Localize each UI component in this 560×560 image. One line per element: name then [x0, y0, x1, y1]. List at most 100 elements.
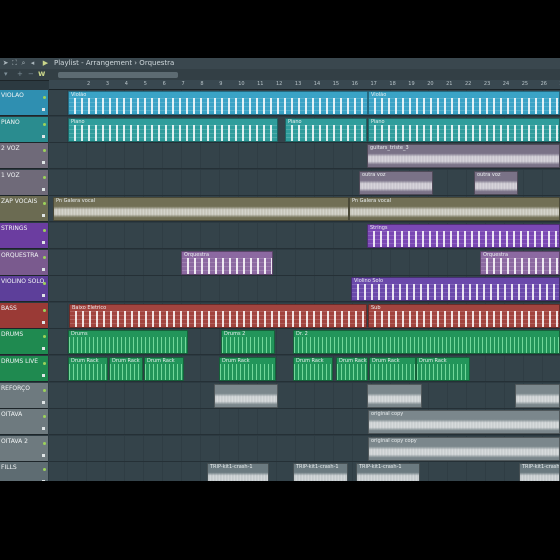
clip[interactable]: Sub — [368, 303, 560, 328]
track-lane[interactable]: outra voz outra voz — [49, 169, 560, 196]
plus-icon[interactable]: + — [17, 70, 23, 79]
track-lane[interactable]: Orquestra Orquestra — [49, 249, 560, 276]
zoom-icon[interactable]: ⌕ — [20, 59, 27, 67]
track-header[interactable]: VIOLAO — [0, 90, 48, 116]
play-pattern-icon[interactable]: ▶ — [42, 59, 49, 67]
track-menu-icon[interactable] — [42, 134, 45, 138]
horizontal-scrollbar[interactable] — [58, 72, 178, 78]
track-menu-icon[interactable] — [42, 427, 45, 431]
clip[interactable]: Drum Rack — [336, 357, 368, 381]
track-lane[interactable]: Violino Solo — [49, 276, 560, 303]
track-header[interactable]: ZAP VOCAIS — [0, 196, 48, 223]
clip[interactable]: Baixo Eletrico — [69, 303, 367, 328]
track-header[interactable]: ORQUESTRA — [0, 249, 48, 276]
track-menu-icon[interactable] — [42, 347, 45, 351]
clip[interactable]: Strings — [367, 224, 560, 248]
clip[interactable] — [515, 383, 560, 408]
clip[interactable]: Drum Rack — [369, 357, 416, 381]
track-menu-icon[interactable] — [42, 320, 45, 324]
track-lane[interactable]: TRIP-kit1-crash-1 TRIP-kit1-crash-1 TRIP-k… — [49, 462, 560, 481]
track-header[interactable]: REFORÇO — [0, 382, 48, 409]
track-header[interactable]: 1 VOZ — [0, 169, 48, 196]
track-header[interactable]: STRINGS — [0, 223, 48, 249]
clip[interactable]: Orquestra — [181, 250, 273, 275]
track-lane[interactable]: Drum Rack Drum Rack Drum Rack Drum Rack Drum… — [49, 356, 560, 382]
clip[interactable]: Drum Rack — [219, 357, 276, 381]
track-lane[interactable]: Violão Violão — [49, 90, 560, 116]
track-menu-icon[interactable] — [42, 267, 45, 271]
track-header[interactable]: OITAVA 2 — [0, 435, 48, 462]
track-lane[interactable]: original copy — [49, 409, 560, 436]
mute-led-icon[interactable] — [43, 388, 46, 392]
clip[interactable]: Piano — [68, 117, 278, 142]
track-menu-icon[interactable] — [42, 453, 45, 457]
mute-led-icon[interactable] — [43, 175, 46, 179]
arrow-icon[interactable]: ➤ — [2, 59, 9, 67]
clip[interactable]: Pn Galera vocal — [53, 197, 349, 222]
mute-led-icon[interactable] — [43, 229, 46, 232]
track-header[interactable]: OITAVA — [0, 409, 48, 436]
clip[interactable]: guitars_triste_3 — [367, 144, 560, 169]
clip[interactable]: Drum Rack — [68, 357, 108, 381]
clip[interactable]: outra voz — [474, 170, 518, 195]
clip[interactable] — [367, 383, 422, 408]
clip[interactable]: outra voz — [359, 170, 433, 195]
clip[interactable]: Drum Rack — [416, 357, 470, 381]
track-menu-icon[interactable] — [42, 161, 45, 165]
track-menu-icon[interactable] — [42, 294, 45, 298]
clip[interactable]: Piano — [285, 117, 367, 142]
clip[interactable]: Drum Rack — [109, 357, 143, 381]
clip[interactable] — [214, 383, 278, 408]
clip[interactable]: Orquestra — [480, 250, 560, 275]
track-header[interactable]: 2 VOZ — [0, 143, 48, 170]
track-lane[interactable]: guitars_triste_3 — [49, 143, 560, 170]
clip[interactable]: Violão — [368, 91, 560, 115]
clip[interactable]: Violino Solo — [351, 277, 560, 302]
mute-led-icon[interactable] — [43, 202, 46, 206]
track-menu-icon[interactable] — [42, 214, 45, 218]
speaker-icon[interactable]: ◂ — [29, 59, 36, 67]
track-header[interactable]: DRUMS LIVE — [0, 356, 48, 382]
track-menu-icon[interactable] — [42, 400, 45, 404]
mute-led-icon[interactable] — [43, 362, 46, 365]
track-header[interactable]: FILLS — [0, 462, 48, 481]
track-menu-icon[interactable] — [42, 108, 45, 111]
clip[interactable]: Pn Galera vocal — [349, 197, 560, 222]
mute-led-icon[interactable] — [43, 468, 46, 472]
track-header[interactable]: DRUMS — [0, 329, 48, 356]
mute-led-icon[interactable] — [43, 96, 46, 99]
clip[interactable]: Dr. 2 — [293, 330, 560, 355]
track-lane[interactable]: Drums Drums 2 Dr. 2 — [49, 329, 560, 356]
clip[interactable]: Drum Rack — [293, 357, 333, 381]
mute-led-icon[interactable] — [43, 415, 46, 419]
track-lane[interactable]: Strings — [49, 223, 560, 249]
track-lane[interactable] — [49, 382, 560, 409]
minus-icon[interactable]: − — [28, 70, 34, 79]
mute-led-icon[interactable] — [43, 122, 46, 126]
timeline-ruler[interactable]: 2 3 4 5 6 7 8 9 10 11 12 13 14 15 16 17 18 19 20 21 22 23 24 25… — [49, 80, 560, 90]
track-menu-icon[interactable] — [42, 241, 45, 244]
track-header[interactable]: VIOLINO SOLO — [0, 276, 48, 303]
snap-icon[interactable]: ⛶ — [11, 59, 18, 67]
mute-led-icon[interactable] — [43, 308, 46, 312]
clip[interactable]: Drums — [68, 330, 188, 355]
track-lane[interactable]: original copy copy — [49, 435, 560, 462]
track-header[interactable]: PIANO — [0, 116, 48, 143]
mute-led-icon[interactable] — [43, 255, 46, 259]
mute-led-icon[interactable] — [43, 149, 46, 153]
menu-icon[interactable]: ▾ — [4, 70, 8, 79]
mute-led-icon[interactable] — [43, 335, 46, 339]
track-lane[interactable]: Baixo Eletrico Sub — [49, 302, 560, 329]
track-header[interactable]: BASS — [0, 302, 48, 329]
track-lane[interactable]: Piano Piano Piano — [49, 116, 560, 143]
clip[interactable]: Violão — [68, 91, 368, 115]
clip[interactable]: original copy copy — [368, 436, 560, 461]
clip[interactable]: original copy — [368, 410, 560, 435]
clip[interactable]: TRIP-kit1-crash-1 — [356, 463, 420, 481]
track-menu-icon[interactable] — [42, 374, 45, 377]
mute-led-icon[interactable] — [43, 441, 46, 445]
clip[interactable]: Drums 2 — [221, 330, 275, 355]
clip[interactable]: TRIP-kit1-crash-1 — [293, 463, 348, 481]
track-menu-icon[interactable] — [42, 480, 45, 481]
clip[interactable]: TRIP-kit1-crash-1 — [207, 463, 269, 481]
